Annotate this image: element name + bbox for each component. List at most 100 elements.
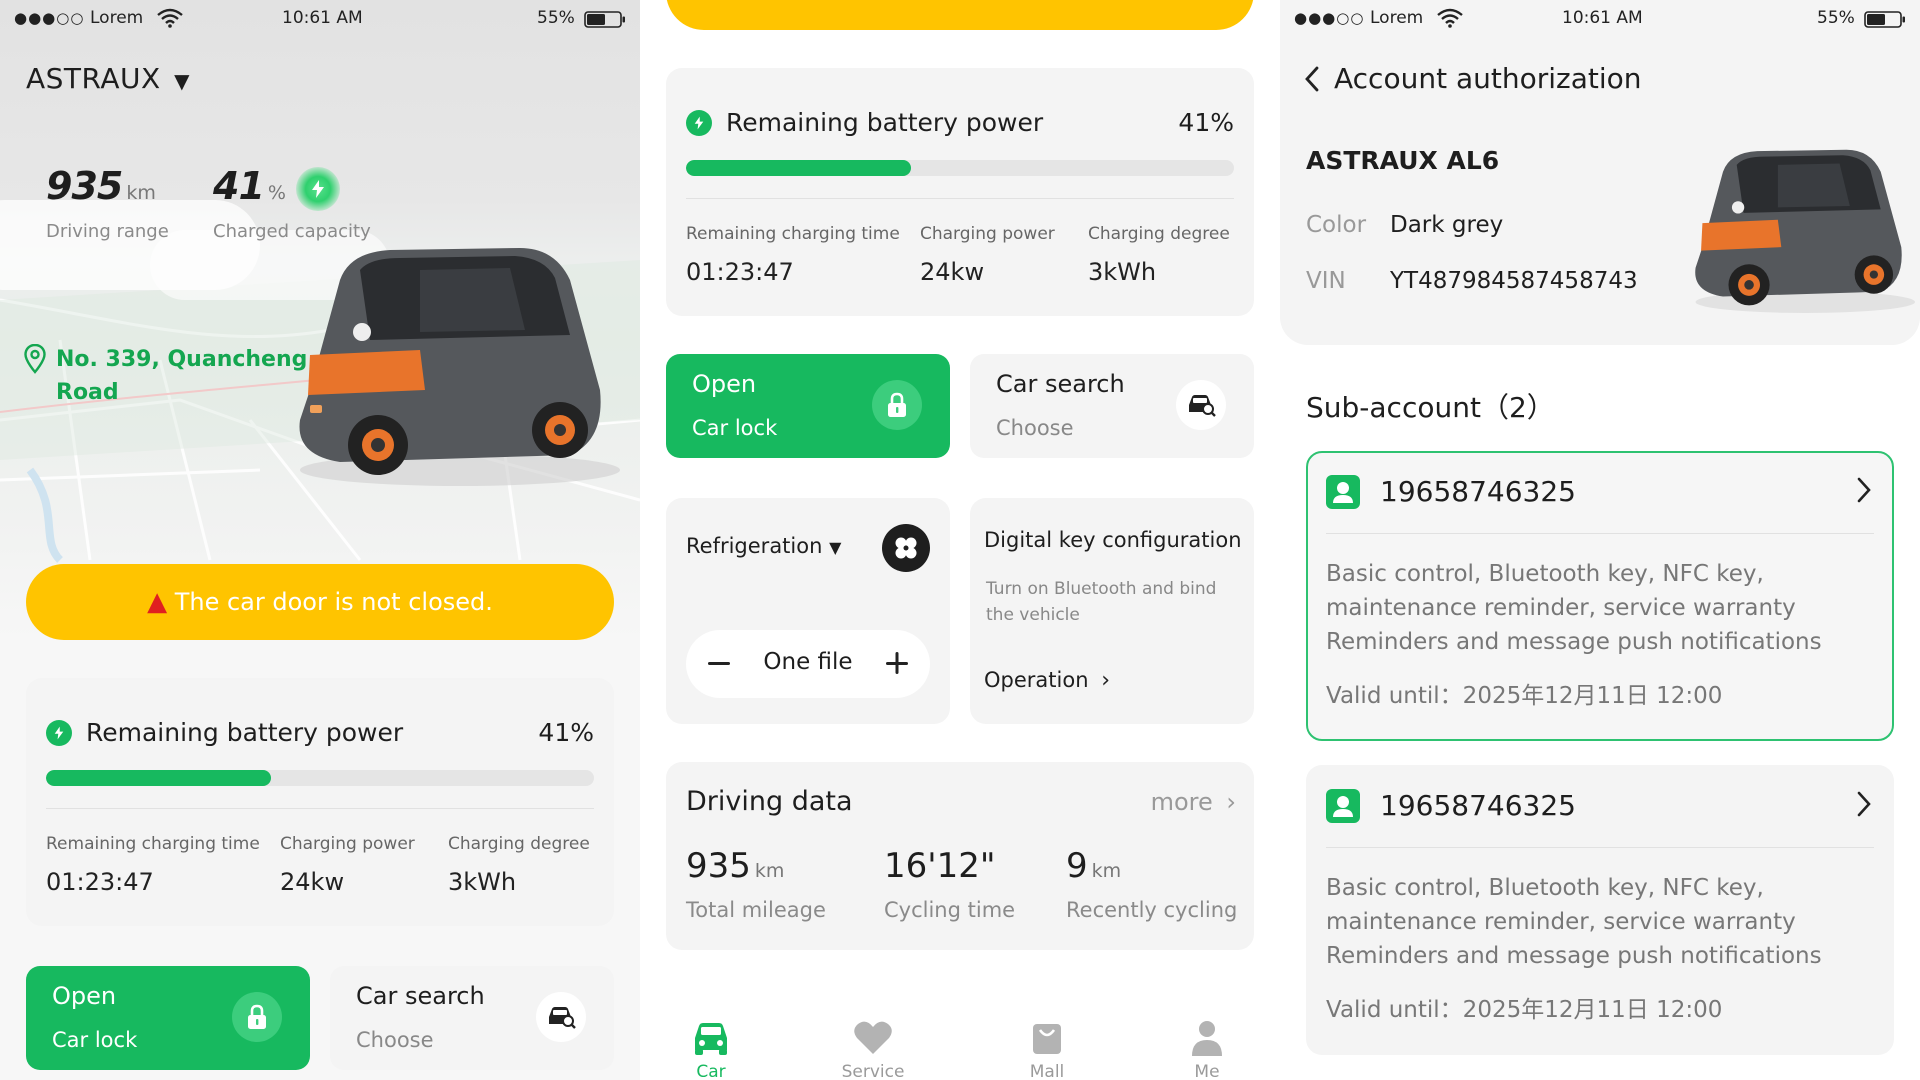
driving-range-unit: km xyxy=(126,182,156,204)
lock-subtitle: Car lock xyxy=(692,416,778,440)
valid-until: Valid until：2025年12月11日 12:00 xyxy=(1326,997,1723,1023)
battery-progress-fill xyxy=(686,160,911,176)
divider xyxy=(1326,533,1874,534)
sub-account-card[interactable]: 19658746325 Basic control, Bluetooth key… xyxy=(1306,451,1894,741)
car-tab-icon xyxy=(695,1023,727,1055)
operation-label: Operation xyxy=(984,668,1089,692)
charging-degree-value: 3kWh xyxy=(448,868,517,896)
recent-unit: km xyxy=(1091,860,1122,882)
chevron-right-icon: › xyxy=(1226,788,1236,816)
chevron-right-icon: › xyxy=(1101,668,1111,693)
car-selector[interactable]: ASTRAUX ▼ xyxy=(26,62,190,95)
lock-title: Open xyxy=(52,982,117,1010)
cycling-time-label: Cycling time xyxy=(884,898,1016,922)
warning-icon: ▲ xyxy=(147,587,168,617)
tab-car[interactable]: Car xyxy=(661,1018,761,1080)
location-pin-icon xyxy=(24,344,46,374)
back-button[interactable] xyxy=(1302,64,1332,98)
operation-link[interactable]: Operation › xyxy=(984,668,1110,693)
car-search-icon xyxy=(1176,380,1226,430)
wifi-icon xyxy=(157,8,183,28)
driving-data-title: Driving data xyxy=(686,786,853,817)
page-title: Account authorization xyxy=(1334,62,1642,95)
charging-power-label: Charging power xyxy=(280,834,415,854)
home-screen: ●●●○○ Lorem 10:61 AM 55% ASTRAUX ▼ 935 km… xyxy=(0,0,640,1080)
battery-percent: 55% xyxy=(1817,8,1855,28)
car-lock-button[interactable]: Open Car lock xyxy=(26,966,310,1070)
charging-bolt-icon xyxy=(296,167,340,211)
battery-percent: 55% xyxy=(537,8,575,28)
search-title: Car search xyxy=(356,982,485,1010)
plus-button[interactable] xyxy=(882,648,912,678)
battery-icon xyxy=(1864,11,1905,28)
clock: 10:61 AM xyxy=(282,8,363,28)
user-icon xyxy=(1326,789,1360,823)
tab-me[interactable]: Me xyxy=(1157,1018,1257,1080)
charge-capacity: 41% xyxy=(213,164,286,208)
mileage-label: Total mileage xyxy=(686,898,826,922)
charging-time-value: 01:23:47 xyxy=(46,868,154,896)
tab-service-label: Service xyxy=(841,1062,905,1080)
chevron-left-icon xyxy=(1305,66,1319,92)
color-value: Dark grey xyxy=(1390,212,1504,238)
driving-data-card: Driving data more › 935 km Total mileage … xyxy=(666,762,1254,950)
signal-icon: ●●●○○ xyxy=(14,9,85,27)
driving-range-label: Driving range xyxy=(46,221,169,242)
charging-degree-value: 3kWh xyxy=(1088,258,1157,286)
heart-icon xyxy=(854,1021,892,1054)
digital-key-description: Turn on Bluetooth and bind the vehicle xyxy=(986,579,1217,625)
tab-car-label: Car xyxy=(696,1062,726,1080)
status-bar: ●●●○○ Lorem 10:61 AM 55% xyxy=(1280,0,1920,38)
permissions-line-1: Basic control, Bluetooth key, NFC key, xyxy=(1326,875,1764,901)
recent-label: Recently cycling xyxy=(1066,898,1238,922)
permissions-line-2: maintenance reminder, service warranty xyxy=(1326,595,1796,621)
lock-icon xyxy=(872,380,922,430)
charging-power-value: 24kw xyxy=(920,258,985,286)
recent-cycling-stat: 9 km xyxy=(1066,846,1121,886)
vehicle-control-screen: Remaining battery power 41% Remaining ch… xyxy=(640,0,1280,1080)
more-link[interactable]: more › xyxy=(1151,788,1236,816)
permissions-line-2: maintenance reminder, service warranty xyxy=(1326,909,1796,935)
sub-account-card[interactable]: 19658746325 Basic control, Bluetooth key… xyxy=(1306,765,1894,1055)
sub-account-phone: 19658746325 xyxy=(1380,789,1576,822)
car-name: ASTRAUX xyxy=(26,62,161,95)
carrier-name: Lorem xyxy=(90,8,144,28)
driving-range-value: 935 xyxy=(46,164,123,208)
digital-key-card: Digital key configuration Turn on Blueto… xyxy=(970,498,1254,724)
tab-service[interactable]: Service xyxy=(823,1018,923,1080)
car-lock-button[interactable]: Open Car lock xyxy=(666,354,950,458)
charging-degree-label: Charging degree xyxy=(448,834,590,854)
tab-mall-label: Mall xyxy=(1029,1062,1065,1080)
permissions-line-3: Reminders and message push notifications xyxy=(1326,629,1822,655)
battery-icon xyxy=(584,11,625,28)
car-search-button[interactable]: Car search Choose xyxy=(330,966,614,1070)
chevron-right-icon xyxy=(1854,787,1876,823)
car-image xyxy=(1695,149,1915,313)
car-search-button[interactable]: Car search Choose xyxy=(970,354,1254,458)
battery-percent-text: 41% xyxy=(1178,108,1234,137)
recent-value: 9 xyxy=(1066,846,1088,886)
charging-degree-label: Charging degree xyxy=(1088,224,1230,244)
battery-progress xyxy=(686,160,1234,176)
battery-percent-text: 41% xyxy=(538,718,594,747)
digital-key-title: Digital key configuration xyxy=(984,528,1242,552)
lock-icon xyxy=(232,992,282,1042)
tab-mall[interactable]: Mall xyxy=(997,1018,1097,1080)
driving-range: 935 km xyxy=(46,164,156,208)
status-bar: ●●●○○ Lorem 10:61 AM 55% xyxy=(0,0,640,38)
door-warning-banner[interactable]: ▲ The car door is not closed. xyxy=(26,564,614,640)
charging-time-label: Remaining charging time xyxy=(46,834,260,854)
charge-value: 41 xyxy=(213,164,265,208)
car-image xyxy=(299,248,620,486)
valid-until: Valid until：2025年12月11日 12:00 xyxy=(1326,683,1723,709)
battery-card: Remaining battery power 41% Remaining ch… xyxy=(26,678,614,926)
climate-mode-selector[interactable]: Refrigeration ▼ xyxy=(686,534,841,558)
caret-down-icon: ▼ xyxy=(829,538,842,557)
lock-subtitle: Car lock xyxy=(52,1028,138,1052)
chevron-right-icon xyxy=(1854,473,1876,509)
charging-time-value: 01:23:47 xyxy=(686,258,794,286)
wifi-icon xyxy=(1437,8,1463,28)
fan-icon[interactable] xyxy=(882,524,930,572)
mileage-stat: 935 km xyxy=(686,846,784,886)
search-title: Car search xyxy=(996,370,1125,398)
